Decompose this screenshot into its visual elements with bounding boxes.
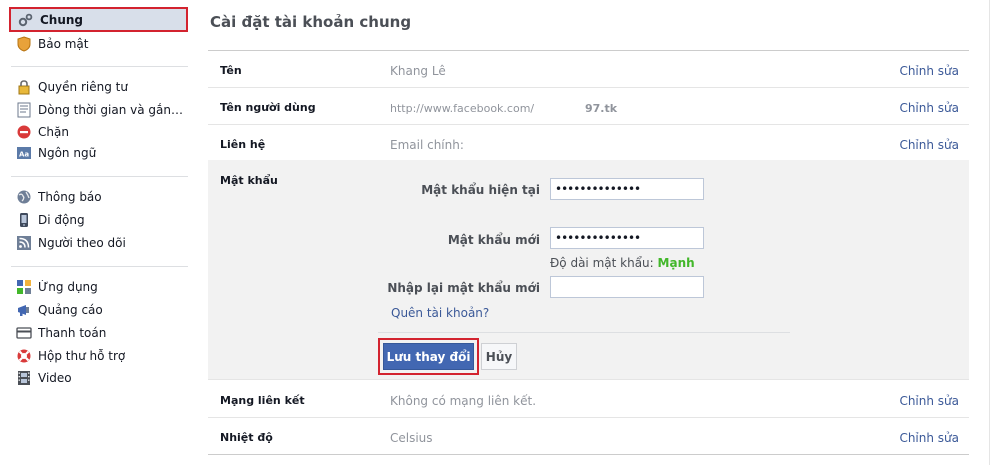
save-highlight: Lưu thay đổi	[378, 338, 479, 375]
settings-main: Cài đặt tài khoản chung Tên Khang Lê Chỉ…	[208, 0, 969, 465]
edit-network-link[interactable]: Chỉnh sửa	[899, 394, 959, 408]
language-icon: Aa	[16, 145, 32, 161]
forgot-account-link[interactable]: Quên tài khoản?	[391, 306, 489, 320]
lock-icon	[16, 79, 32, 95]
strength-value: Mạnh	[657, 256, 695, 270]
row-label: Tên người dùng	[220, 101, 316, 114]
sidebar-item-label: Bảo mật	[38, 37, 89, 51]
cancel-button[interactable]: Hủy	[481, 343, 517, 370]
confirm-password-input[interactable]	[550, 276, 704, 298]
row-value: Không có mạng liên kết.	[390, 394, 537, 408]
new-password-label: Mật khẩu mới	[447, 233, 540, 247]
sidebar-item-blocking[interactable]: Chặn	[16, 122, 184, 142]
confirm-password-label: Nhập lại mật khẩu mới	[387, 281, 540, 295]
row-value: Email chính:	[390, 138, 464, 152]
page-right-border	[989, 0, 990, 465]
sidebar-item-general[interactable]: Chung	[9, 7, 188, 32]
sidebar-item-label: Người theo dõi	[38, 236, 126, 250]
sidebar-item-label: Dòng thời gian và gắn t...	[38, 103, 184, 117]
save-changes-button[interactable]: Lưu thay đổi	[383, 343, 474, 370]
edit-contact-link[interactable]: Chỉnh sửa	[899, 138, 959, 152]
edit-username-link[interactable]: Chỉnh sửa	[899, 101, 959, 115]
settings-row-contact: Liên hệ Email chính: Chỉnh sửa	[208, 125, 969, 160]
sidebar-item-label: Di động	[38, 213, 85, 227]
page-title: Cài đặt tài khoản chung	[210, 13, 412, 31]
film-icon	[16, 370, 32, 386]
sidebar-item-apps[interactable]: Ứng dụng	[16, 277, 184, 297]
mobile-icon	[16, 212, 32, 228]
sidebar-item-label: Quyền riêng tư	[38, 80, 128, 94]
ads-icon	[16, 302, 32, 318]
shield-icon	[16, 36, 32, 52]
sidebar-item-label: Hộp thư hỗ trợ	[38, 349, 126, 363]
row-label: Nhiệt độ	[220, 431, 273, 444]
settings-sidebar: Chung Bảo mật Quyền riêng tư Dòng thời g…	[0, 0, 190, 465]
edit-name-link[interactable]: Chỉnh sửa	[899, 64, 959, 78]
sidebar-item-video[interactable]: Video	[16, 368, 184, 388]
sidebar-divider	[11, 176, 188, 177]
sidebar-divider	[11, 266, 188, 267]
svg-text:Aa: Aa	[19, 151, 29, 159]
username-suffix: 97.tk	[585, 102, 618, 115]
gear-icon	[18, 12, 34, 28]
current-password-label: Mật khẩu hiện tại	[421, 183, 540, 197]
sidebar-item-privacy[interactable]: Quyền riêng tư	[16, 77, 184, 97]
sidebar-item-label: Quảng cáo	[38, 303, 103, 317]
sidebar-item-label: Chung	[40, 12, 84, 27]
strength-label: Độ dài mật khẩu:	[550, 256, 654, 270]
new-password-input[interactable]	[550, 227, 704, 249]
sidebar-item-support-inbox[interactable]: Hộp thư hỗ trợ	[16, 346, 184, 366]
sidebar-item-mobile[interactable]: Di động	[16, 210, 184, 230]
row-label: Tên	[220, 64, 242, 77]
rss-icon	[16, 235, 32, 251]
row-label: Mật khẩu	[220, 174, 278, 187]
row-value: Khang Lê	[390, 64, 446, 78]
row-label: Liên hệ	[220, 138, 266, 151]
settings-row-temperature: Nhiệt độ Celsius Chỉnh sửa	[208, 418, 969, 455]
settings-row-network: Mạng liên kết Không có mạng liên kết. Ch…	[208, 381, 969, 418]
sidebar-item-label: Video	[38, 371, 72, 385]
sidebar-item-followers[interactable]: Người theo dõi	[16, 233, 184, 253]
sidebar-item-label: Thông báo	[38, 190, 102, 204]
password-section: Mật khẩu Mật khẩu hiện tại Mật khẩu mới …	[208, 160, 969, 380]
sidebar-item-label: Ngôn ngữ	[38, 146, 97, 160]
password-divider	[378, 332, 790, 333]
sidebar-item-security[interactable]: Bảo mật	[16, 34, 184, 54]
sidebar-item-language[interactable]: Aa Ngôn ngữ	[16, 143, 184, 163]
card-icon	[16, 325, 32, 341]
sidebar-item-label: Ứng dụng	[38, 280, 98, 294]
settings-row-username: Tên người dùng http://www.facebook.com/ …	[208, 88, 969, 125]
globe-icon	[16, 189, 32, 205]
password-strength: Độ dài mật khẩu: Mạnh	[550, 256, 695, 270]
timeline-icon	[16, 102, 32, 118]
sidebar-item-timeline[interactable]: Dòng thời gian và gắn t...	[16, 100, 184, 120]
apps-icon	[16, 279, 32, 295]
sidebar-divider	[11, 66, 188, 67]
sidebar-item-payments[interactable]: Thanh toán	[16, 323, 184, 343]
sidebar-item-ads[interactable]: Quảng cáo	[16, 300, 184, 320]
settings-row-name: Tên Khang Lê Chỉnh sửa	[208, 51, 969, 88]
row-value: http://www.facebook.com/	[390, 102, 535, 115]
row-value: Celsius	[390, 431, 433, 445]
sidebar-item-label: Thanh toán	[38, 326, 107, 340]
edit-temperature-link[interactable]: Chỉnh sửa	[899, 431, 959, 445]
current-password-input[interactable]	[550, 178, 704, 200]
sidebar-item-notifications[interactable]: Thông báo	[16, 187, 184, 207]
row-label: Mạng liên kết	[220, 394, 305, 407]
sidebar-item-label: Chặn	[38, 125, 69, 139]
block-icon	[16, 124, 32, 140]
lifebuoy-icon	[16, 348, 32, 364]
